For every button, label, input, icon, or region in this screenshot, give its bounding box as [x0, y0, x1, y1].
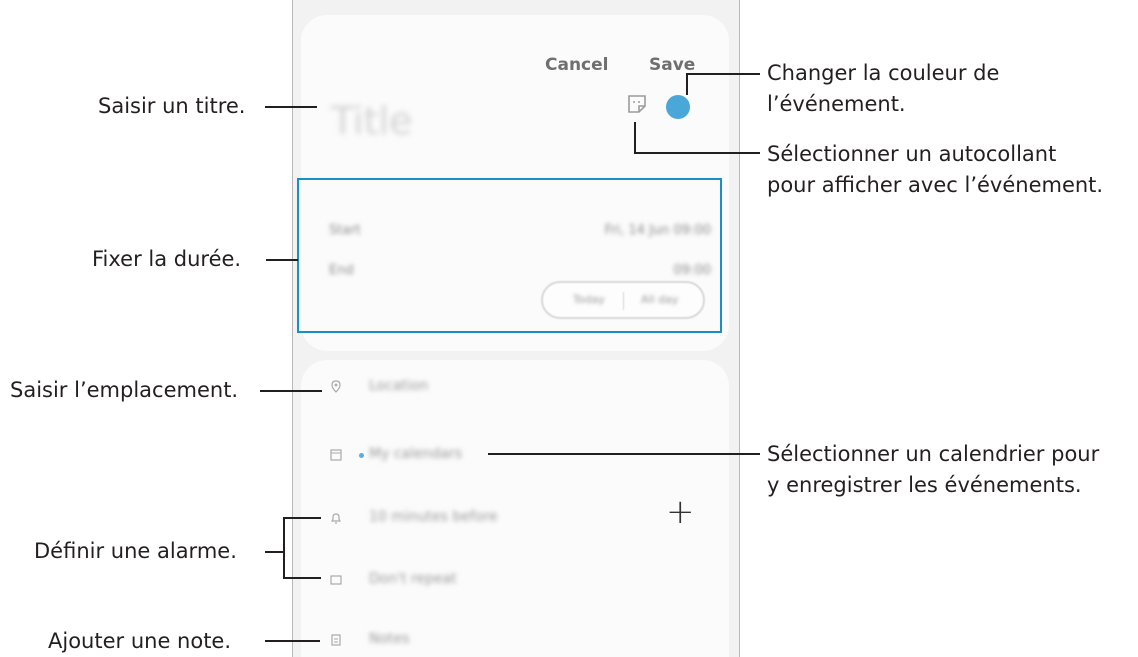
callout-color-line1: Changer la couleur de [767, 61, 1000, 85]
callout-note: Ajouter une note. [48, 629, 232, 653]
event-color-button[interactable] [666, 95, 690, 119]
callout-sticker-line [634, 152, 760, 154]
callout-duration: Fixer la durée. [92, 247, 242, 271]
callout-title-line [265, 106, 317, 108]
title-input[interactable]: Title [331, 99, 412, 143]
callout-duration-line [266, 259, 298, 261]
repeat-icon [330, 575, 342, 585]
notes-icon [331, 634, 341, 646]
callout-location: Saisir l’emplacement. [10, 378, 239, 402]
duration-highlight-box [297, 178, 722, 333]
calendar-icon [330, 449, 342, 461]
bell-icon [331, 513, 341, 524]
callout-note-line [265, 640, 320, 642]
add-alarm-button[interactable]: + [666, 495, 695, 529]
callout-calendar-line1: Sélectionner un calendrier pour [767, 442, 1100, 466]
alarm-select[interactable]: 10 minutes before [369, 509, 497, 525]
callout-location-line [260, 390, 322, 392]
location-input[interactable]: Location [369, 378, 428, 394]
callout-calendar-line2: y enregistrer les événements. [767, 473, 1082, 497]
callout-color-line [686, 73, 760, 75]
callout-color-line2: l’événement. [767, 92, 906, 116]
callout-color-line-drop [686, 73, 688, 95]
callout-sticker-line1: Sélectionner un autocollant [767, 142, 1057, 166]
notes-input[interactable]: Notes [369, 631, 409, 647]
callout-alarm-bracket-top [283, 517, 321, 519]
callout-calendar-line [488, 453, 760, 455]
save-button[interactable]: Save [649, 55, 695, 75]
repeat-select[interactable]: Don't repeat [369, 571, 457, 587]
callout-title: Saisir un titre. [98, 94, 246, 118]
cancel-button[interactable]: Cancel [545, 55, 608, 75]
calendar-color-dot [359, 453, 364, 458]
event-options-card [301, 360, 729, 657]
location-pin-icon [331, 380, 341, 393]
calendar-select[interactable]: My calendars [369, 446, 462, 462]
callout-alarm-bracket-bottom [283, 577, 321, 579]
callout-sticker-line-drop [634, 122, 636, 154]
sticker-icon[interactable] [626, 93, 648, 115]
callout-alarm-bracket [283, 517, 285, 579]
callout-alarm-line [265, 551, 285, 553]
callout-alarm: Définir une alarme. [34, 539, 237, 563]
callout-sticker-line2: pour afficher avec l’événement. [767, 173, 1104, 197]
